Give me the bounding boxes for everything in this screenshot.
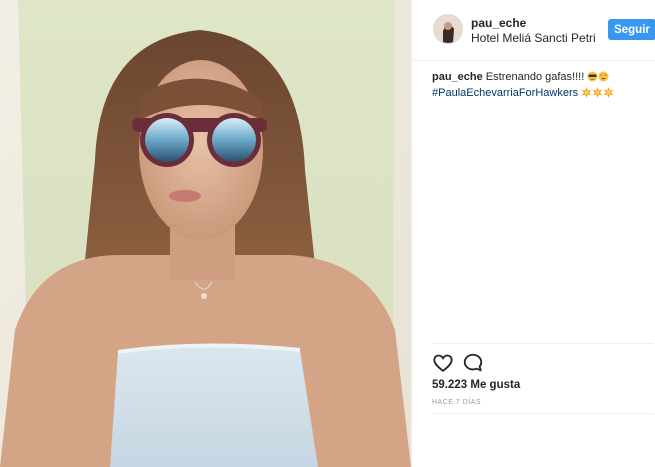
caption-text: Estrenando gafas!!!! [482, 71, 588, 83]
follow-button[interactable]: Seguir [608, 19, 655, 40]
caption-hashtag[interactable]: #PaulaEchevarriaForHawkers [432, 87, 578, 99]
avatar-image [434, 15, 462, 43]
post-sidebar: pau_eche Hotel Meliá Sancti Petri Seguir… [411, 0, 655, 467]
sparkle-burst-icon [581, 87, 614, 102]
divider [432, 413, 654, 414]
post-timestamp[interactable]: HACE 7 DÍAS [432, 399, 481, 406]
divider [432, 343, 654, 344]
heart-eyes-emoji-icon [598, 71, 609, 86]
post-photo[interactable] [0, 0, 411, 467]
heart-icon[interactable] [432, 352, 454, 374]
avatar[interactable] [433, 14, 463, 44]
comment-icon[interactable] [462, 352, 484, 374]
location-link[interactable]: Hotel Meliá Sancti Petri [471, 31, 596, 45]
username[interactable]: pau_eche [471, 16, 526, 30]
sunglasses-emoji-icon [587, 71, 598, 86]
photo-selfie [0, 0, 411, 467]
post-header: pau_eche Hotel Meliá Sancti Petri Seguir [412, 0, 655, 61]
post-caption: pau_eche Estrenando gafas!!!! #PaulaEche… [432, 70, 647, 102]
caption-username[interactable]: pau_eche [432, 71, 483, 83]
like-count[interactable]: 59.223 Me gusta [432, 379, 520, 391]
